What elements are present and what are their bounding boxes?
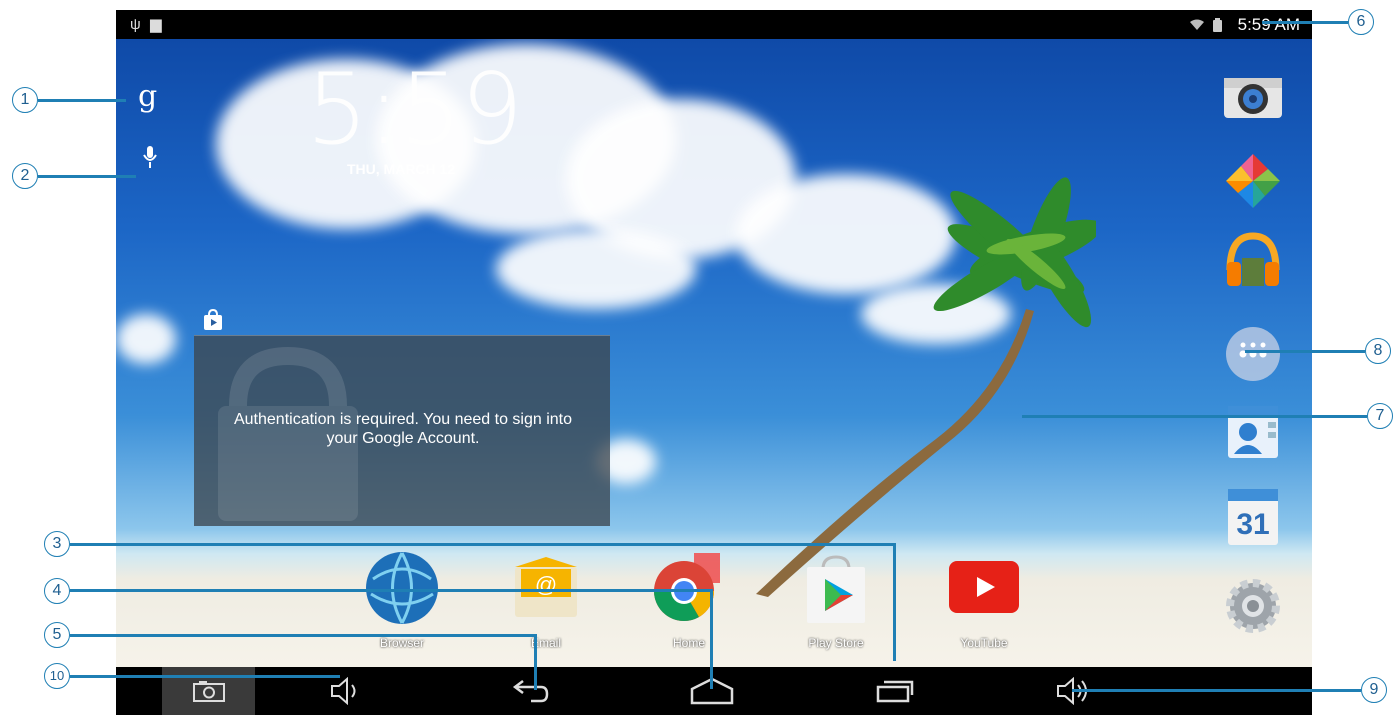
callout-6: 6 bbox=[1348, 9, 1374, 35]
dock-label: Play Store bbox=[808, 636, 864, 650]
clock-time[interactable]: 5:59 bbox=[306, 60, 523, 160]
auth-message: Authentication is required. You need to … bbox=[233, 411, 573, 447]
settings-gear-icon[interactable] bbox=[1222, 579, 1284, 633]
status-time: 5:59 AM bbox=[1237, 15, 1300, 34]
callout-2: 2 bbox=[12, 163, 38, 189]
dock-app-play-store[interactable]: Play Store bbox=[796, 549, 876, 650]
callout-line bbox=[893, 543, 896, 661]
svg-text:@: @ bbox=[535, 572, 557, 597]
dock-label: Browser bbox=[379, 636, 424, 650]
callout-line bbox=[1262, 21, 1348, 24]
cloud bbox=[496, 229, 696, 309]
callout-5: 5 bbox=[44, 622, 70, 648]
callout-line bbox=[70, 543, 896, 546]
callout-line bbox=[38, 175, 136, 178]
usb-icon: ψ bbox=[130, 16, 141, 33]
cloud bbox=[116, 314, 176, 364]
dock-label: Home bbox=[672, 636, 705, 650]
callout-8: 8 bbox=[1365, 338, 1391, 364]
callout-10: 10 bbox=[44, 663, 70, 689]
callout-line bbox=[1022, 415, 1367, 418]
volume-up-icon[interactable] bbox=[1056, 676, 1096, 710]
callout-line bbox=[70, 634, 537, 637]
callout-line bbox=[38, 99, 126, 102]
callout-line bbox=[710, 589, 713, 689]
dock-app-home[interactable]: Home bbox=[649, 549, 729, 650]
callout-4: 4 bbox=[44, 578, 70, 604]
dock-label: YouTube bbox=[960, 636, 1008, 650]
calendar-icon[interactable]: 31 bbox=[1222, 489, 1284, 545]
play-store-widget-icon bbox=[202, 308, 224, 336]
callout-7: 7 bbox=[1367, 403, 1393, 429]
callout-9: 9 bbox=[1361, 677, 1387, 703]
browser-globe-icon bbox=[366, 552, 438, 624]
chrome-icon bbox=[654, 553, 720, 622]
contacts-icon[interactable] bbox=[1222, 404, 1284, 458]
callout-3: 3 bbox=[44, 531, 70, 557]
back-icon[interactable] bbox=[511, 679, 551, 708]
battery-icon bbox=[1213, 10, 1222, 39]
callout-line bbox=[1072, 689, 1361, 692]
status-bar: ψ ▆ 5:59 AM bbox=[116, 10, 1312, 39]
dock-label: Email bbox=[530, 636, 561, 650]
play-store-icon bbox=[807, 555, 865, 623]
callout-line bbox=[70, 589, 713, 592]
email-icon: @ bbox=[515, 557, 577, 617]
calendar-day: 31 bbox=[1236, 508, 1269, 541]
camera-icon[interactable] bbox=[1222, 69, 1284, 123]
auth-widget[interactable]: Authentication is required. You need to … bbox=[194, 335, 610, 526]
home-screen-wallpaper: g 5:59 THU, MARCH 12 Authentication is r… bbox=[116, 39, 1312, 667]
wifi-icon bbox=[1190, 10, 1204, 39]
tablet-screen: ψ ▆ 5:59 AM g 5:59 THU, MARCH 12 Authent… bbox=[116, 10, 1312, 715]
music-headphones-icon[interactable] bbox=[1222, 232, 1284, 288]
callout-line bbox=[70, 675, 340, 678]
youtube-icon bbox=[949, 561, 1019, 613]
palm-tree bbox=[756, 177, 1096, 597]
callout-line bbox=[534, 634, 537, 690]
dock-app-youtube[interactable]: YouTube bbox=[944, 549, 1024, 650]
photos-pinwheel-icon[interactable] bbox=[1222, 154, 1284, 208]
volume-down-icon[interactable] bbox=[330, 676, 364, 710]
voice-search-icon[interactable] bbox=[142, 145, 158, 174]
recent-apps-icon[interactable] bbox=[876, 679, 914, 708]
storage-icon: ▆ bbox=[150, 16, 162, 33]
google-search-icon[interactable]: g bbox=[138, 79, 157, 114]
clock-date: THU, MARCH 12 bbox=[347, 161, 456, 177]
callout-1: 1 bbox=[12, 87, 38, 113]
all-apps-icon[interactable] bbox=[1222, 327, 1284, 381]
callout-line bbox=[1245, 350, 1365, 353]
